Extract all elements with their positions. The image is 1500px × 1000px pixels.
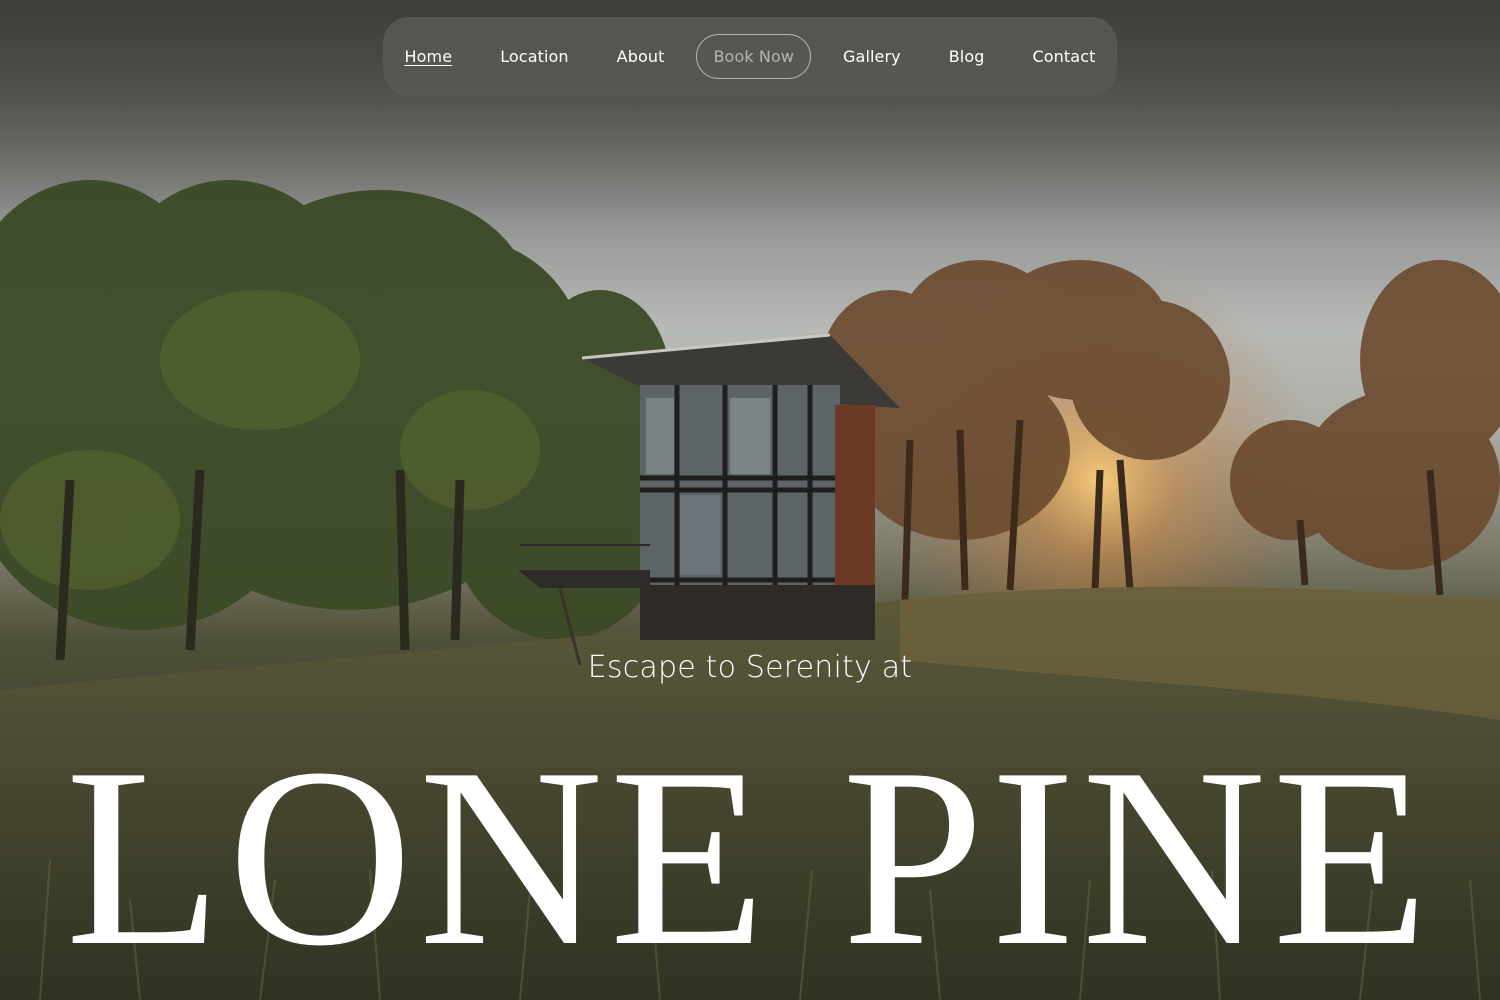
nav-link-location[interactable]: Location: [476, 47, 592, 66]
hero-brand-title: LONE PINE: [65, 716, 1435, 999]
nav-link-contact[interactable]: Contact: [1009, 47, 1120, 66]
book-now-button[interactable]: Book Now: [696, 34, 812, 79]
nav-link-home[interactable]: Home: [381, 47, 477, 66]
nav-link-gallery[interactable]: Gallery: [819, 47, 925, 66]
nav-link-about[interactable]: About: [593, 47, 689, 66]
main-navigation: Home Location About Book Now Gallery Blo…: [383, 17, 1117, 96]
hero-tagline: Escape to Serenity at: [587, 650, 913, 685]
nav-link-blog[interactable]: Blog: [925, 47, 1009, 66]
